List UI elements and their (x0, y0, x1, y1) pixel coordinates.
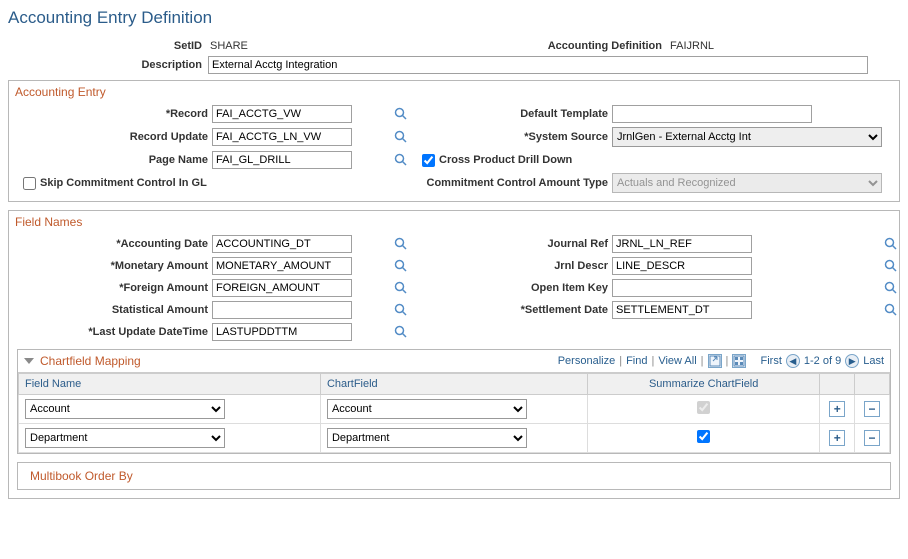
cc-amount-type-label: Commitment Control Amount Type (422, 177, 612, 189)
stat-amt-input[interactable] (212, 301, 352, 319)
skip-cc-label: Skip Commitment Control In GL (40, 177, 207, 189)
chartfield-mapping-title: Chartfield Mapping (40, 354, 141, 368)
record-label: *Record (17, 108, 212, 120)
summarize-checkbox (697, 401, 710, 414)
page-title: Accounting Entry Definition (8, 8, 900, 28)
default-template-input[interactable] (612, 105, 812, 123)
monetary-amt-lookup-icon[interactable] (394, 259, 408, 273)
multibook-title: Multibook Order By (30, 469, 133, 483)
zoom-icon[interactable] (708, 354, 722, 368)
open-item-lookup-icon[interactable] (884, 281, 898, 295)
cross-product-checkbox[interactable] (422, 154, 435, 167)
description-label: Description (8, 59, 208, 71)
journal-ref-input[interactable] (612, 235, 752, 253)
view-all-link[interactable]: View All (658, 355, 696, 367)
last-label: Last (863, 355, 884, 367)
cross-product-label: Cross Product Drill Down (439, 154, 572, 166)
acct-def-label: Accounting Definition (488, 40, 668, 52)
col-summarize[interactable]: Summarize ChartField (588, 374, 820, 395)
delete-row-button[interactable]: − (864, 401, 880, 417)
page-name-label: Page Name (17, 154, 212, 166)
download-icon[interactable] (732, 354, 746, 368)
journal-ref-label: Journal Ref (422, 238, 612, 250)
last-upd-input[interactable] (212, 323, 352, 341)
record-input[interactable] (212, 105, 352, 123)
system-source-select[interactable]: JrnlGen - External Acctg Int (612, 127, 882, 147)
description-input[interactable] (208, 56, 868, 74)
col-fieldname[interactable]: Field Name (19, 374, 321, 395)
acct-def-value: FAIJRNL (668, 40, 714, 52)
jrnl-descr-label: Jrnl Descr (422, 260, 612, 272)
default-template-label: Default Template (422, 108, 612, 120)
accounting-entry-group: Accounting Entry *Record Default Templat… (8, 80, 900, 202)
add-row-button[interactable]: + (829, 401, 845, 417)
page-name-input[interactable] (212, 151, 352, 169)
stat-amt-label: Statistical Amount (17, 304, 212, 316)
chartfield-select[interactable]: Account (327, 399, 527, 419)
first-label: First (761, 355, 782, 367)
foreign-amt-input[interactable] (212, 279, 352, 297)
prev-arrow-icon[interactable]: ◀ (786, 354, 800, 368)
collapse-icon[interactable] (24, 358, 34, 364)
accounting-entry-title: Accounting Entry (15, 85, 891, 99)
system-source-label: *System Source (422, 131, 612, 143)
acct-date-input[interactable] (212, 235, 352, 253)
next-arrow-icon[interactable]: ▶ (845, 354, 859, 368)
settle-date-label: *Settlement Date (422, 304, 612, 316)
multibook-section: Multibook Order By (17, 462, 891, 490)
acct-date-label: *Accounting Date (17, 238, 212, 250)
chartfield-mapping-grid: Chartfield Mapping Personalize | Find | … (17, 349, 891, 454)
personalize-link[interactable]: Personalize (558, 355, 615, 367)
acct-date-lookup-icon[interactable] (394, 237, 408, 251)
settle-date-input[interactable] (612, 301, 752, 319)
foreign-amt-label: *Foreign Amount (17, 282, 212, 294)
monetary-amt-input[interactable] (212, 257, 352, 275)
page-name-lookup-icon[interactable] (394, 153, 408, 167)
fieldname-select[interactable]: Account (25, 399, 225, 419)
open-item-input[interactable] (612, 279, 752, 297)
col-chartfield[interactable]: ChartField (320, 374, 587, 395)
monetary-amt-label: *Monetary Amount (17, 260, 212, 272)
table-row: Account Account + − (19, 395, 890, 424)
chartfield-select[interactable]: Department (327, 428, 527, 448)
row-counter: 1-2 of 9 (804, 355, 841, 367)
cc-amount-type-select: Actuals and Recognized (612, 173, 882, 193)
jrnl-descr-lookup-icon[interactable] (884, 259, 898, 273)
record-update-lookup-icon[interactable] (394, 130, 408, 144)
record-update-input[interactable] (212, 128, 352, 146)
last-upd-lookup-icon[interactable] (394, 325, 408, 339)
field-names-title: Field Names (15, 215, 891, 229)
fieldname-select[interactable]: Department (25, 428, 225, 448)
find-link[interactable]: Find (626, 355, 647, 367)
setid-value: SHARE (208, 40, 488, 52)
record-lookup-icon[interactable] (394, 107, 408, 121)
add-row-button[interactable]: + (829, 430, 845, 446)
setid-label: SetID (8, 40, 208, 52)
delete-row-button[interactable]: − (864, 430, 880, 446)
last-upd-label: *Last Update DateTime (17, 326, 212, 338)
settle-date-lookup-icon[interactable] (884, 303, 898, 317)
foreign-amt-lookup-icon[interactable] (394, 281, 408, 295)
field-names-group: Field Names *Accounting Date Journal Ref… (8, 210, 900, 499)
skip-cc-checkbox[interactable] (23, 177, 36, 190)
jrnl-descr-input[interactable] (612, 257, 752, 275)
open-item-label: Open Item Key (422, 282, 612, 294)
record-update-label: Record Update (17, 131, 212, 143)
stat-amt-lookup-icon[interactable] (394, 303, 408, 317)
journal-ref-lookup-icon[interactable] (884, 237, 898, 251)
table-row: Department Department + − (19, 424, 890, 453)
summarize-checkbox[interactable] (697, 430, 710, 443)
